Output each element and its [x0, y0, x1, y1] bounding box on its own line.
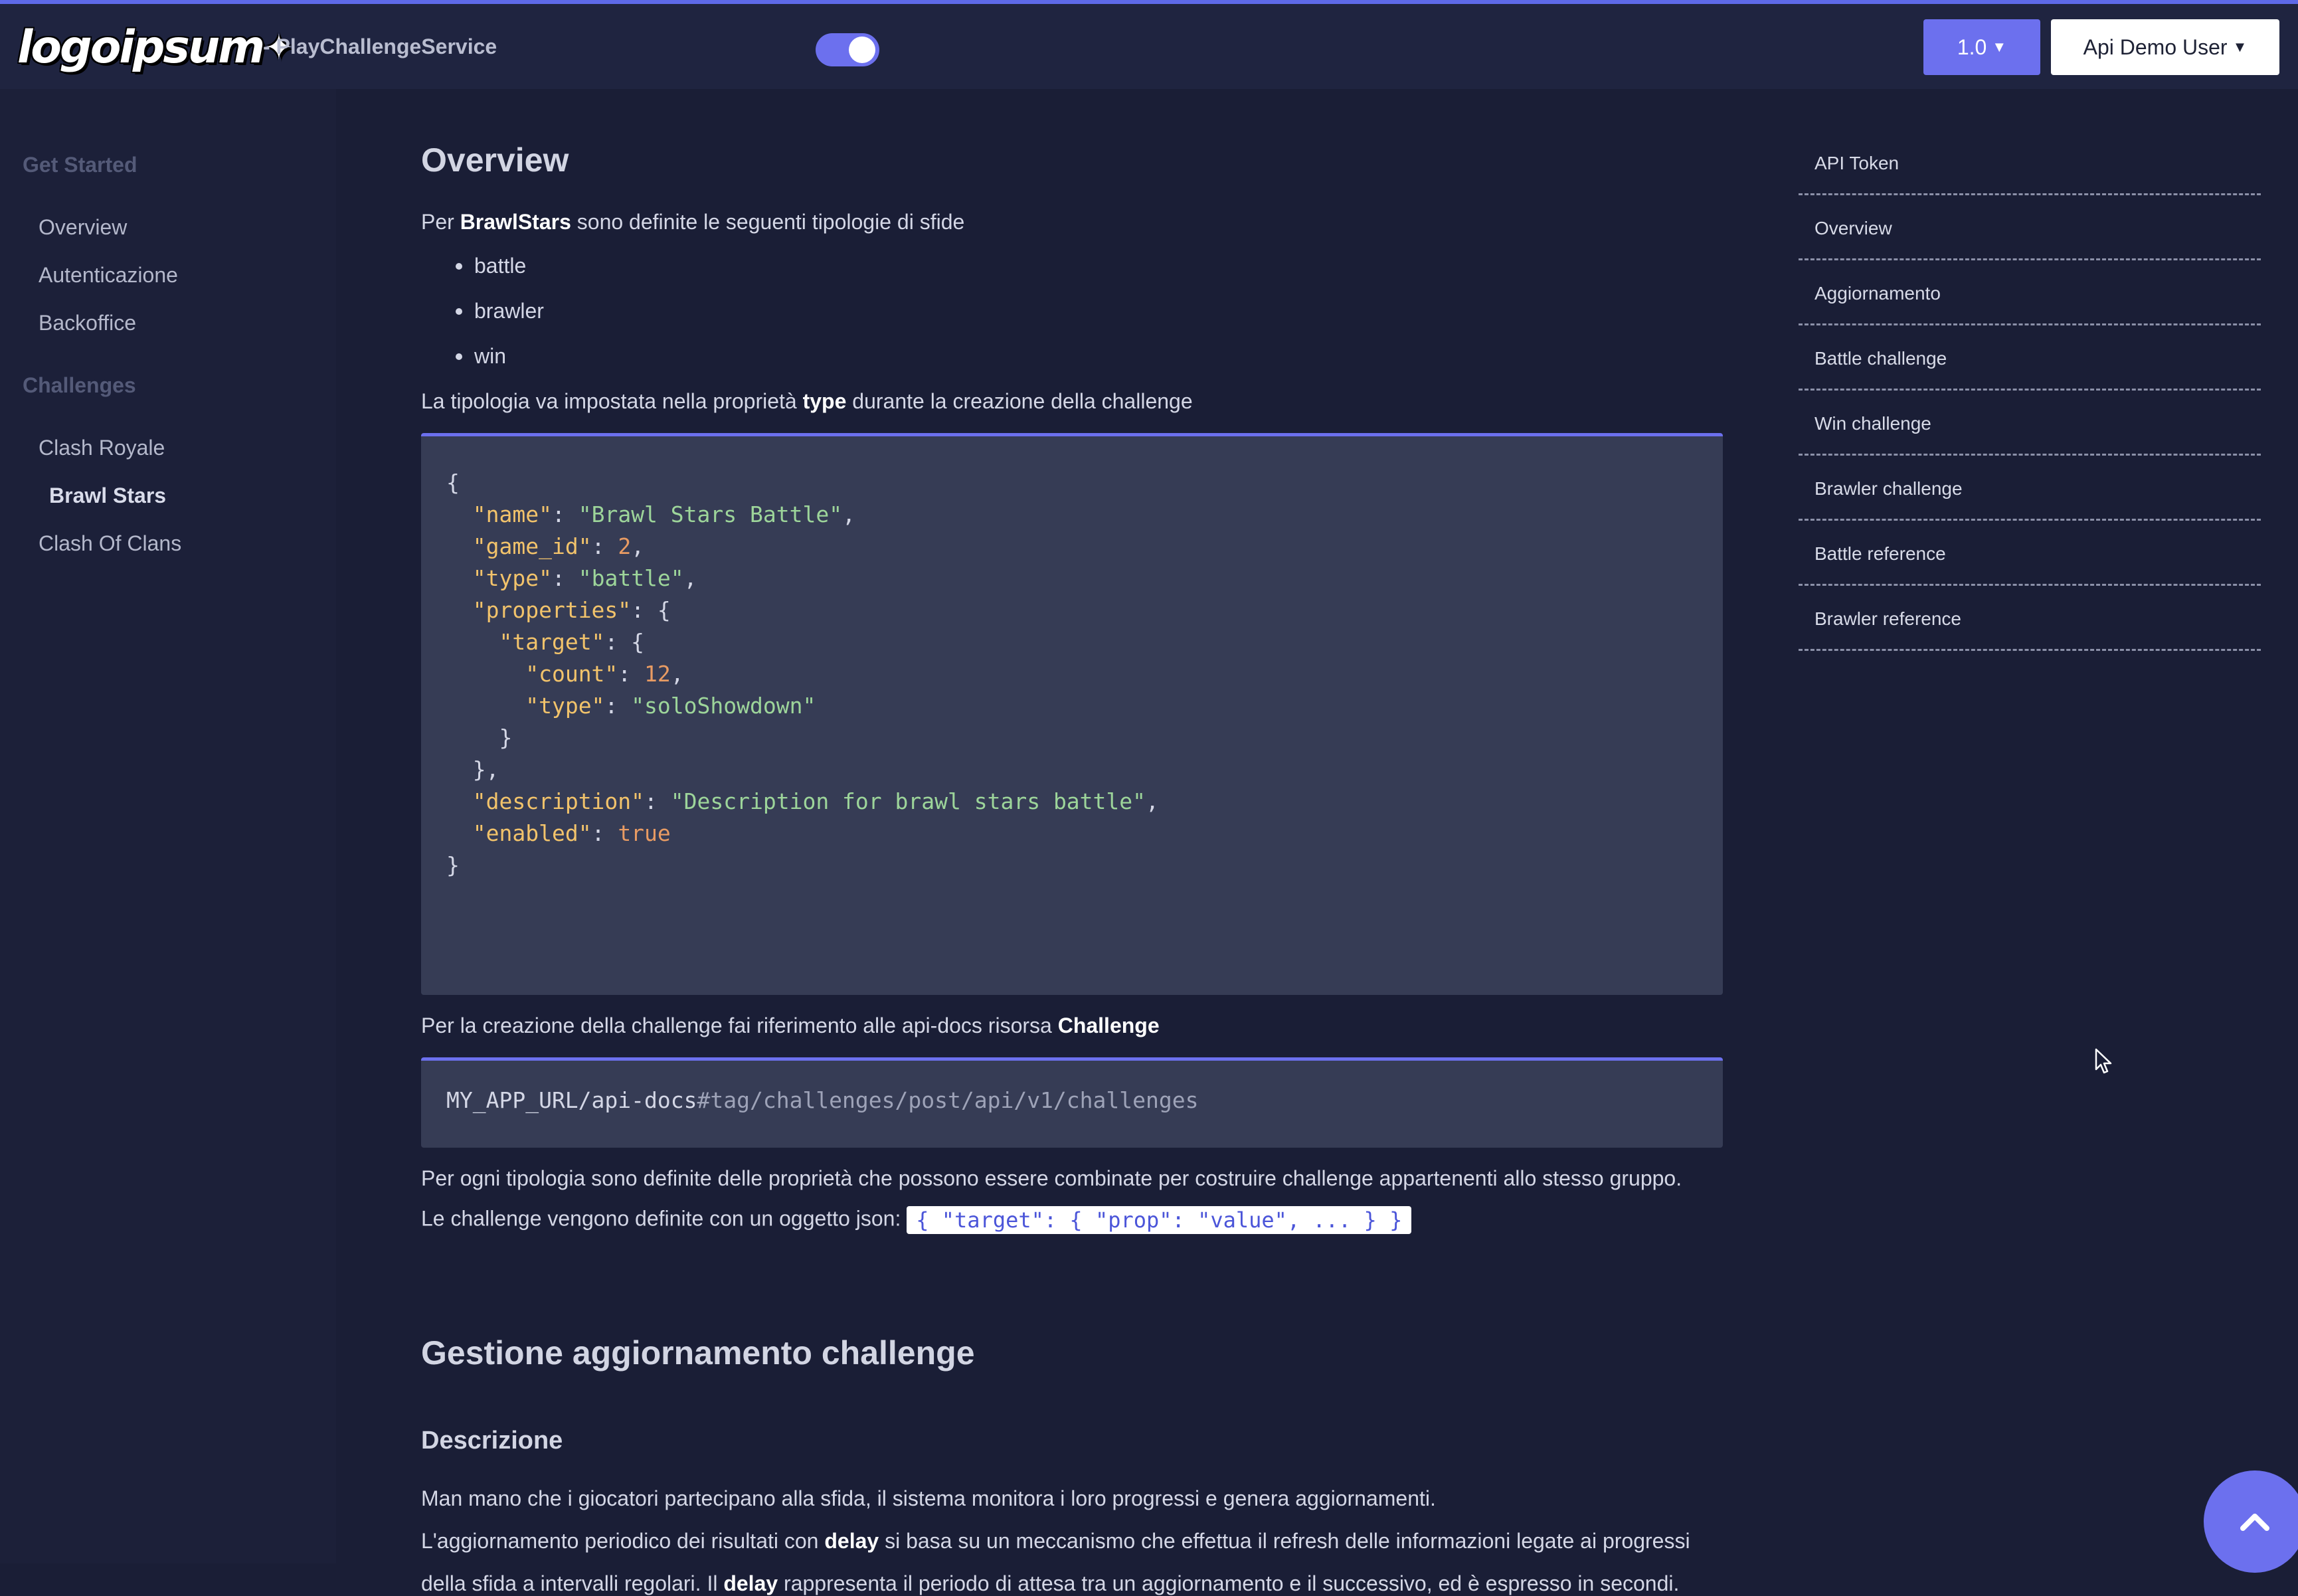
sidebar-item-overview[interactable]: Overview [39, 215, 127, 240]
sidebar-item-brawl-stars[interactable]: Brawl Stars [49, 484, 166, 508]
sidebar-item-backoffice[interactable]: Backoffice [39, 311, 136, 335]
desc-line-3: della sfida a intervalli regolari. Il de… [421, 1571, 1680, 1595]
top-bar: logoipsum✦ - PlayChallengeService 1.0 ▼ A… [0, 4, 2298, 89]
sidebar-group-challenges: Challenges [23, 373, 136, 397]
logo-text: logoipsum [17, 21, 265, 74]
toc-item-win-challenge[interactable]: Win challenge [1799, 391, 2261, 456]
list-item: win [455, 344, 507, 368]
json-text: Le challenge vengono definite con un ogg… [421, 1206, 1412, 1234]
toggle-knob [849, 37, 875, 63]
sidebar-group-get-started: Get Started [23, 153, 137, 177]
section-title: Gestione aggiornamento challenge [421, 1334, 975, 1372]
url-code-block: MY_APP_URL/api-docs#tag/challenges/post/… [421, 1057, 1723, 1148]
arrow-up-icon [2240, 1514, 2269, 1531]
chevron-down-icon: ▼ [1992, 39, 2007, 55]
list-item: battle [455, 254, 527, 278]
version-label: 1.0 [1957, 35, 1987, 59]
type-text: La tipologia va impostata nella propriet… [421, 389, 1193, 413]
theme-toggle[interactable] [816, 33, 879, 66]
toc-item-battle-reference[interactable]: Battle reference [1799, 521, 2261, 586]
table-of-contents: API Token Overview Aggiornamento Battle … [1799, 130, 2261, 651]
user-label: Api Demo User [2083, 35, 2228, 59]
inline-json-code: { "target": { "prop": "value", ... } } [907, 1206, 1412, 1234]
ref-text: Per la creazione della challenge fai rif… [421, 1014, 1160, 1037]
subsection-title: Descrizione [421, 1427, 563, 1455]
json-code-block: { "name": "Brawl Stars Battle", "game_id… [421, 433, 1723, 995]
desc-line-1: Man mano che i giocatori partecipano all… [421, 1486, 1436, 1510]
chevron-down-icon: ▼ [2232, 39, 2248, 55]
sidebar: Get Started Overview Autenticazione Back… [0, 89, 336, 1563]
scroll-to-top-button[interactable] [2204, 1470, 2298, 1573]
intro-text: Per BrawlStars sono definite le seguenti… [421, 210, 965, 234]
list-item: brawler [456, 299, 544, 323]
toc-item-battle-challenge[interactable]: Battle challenge [1799, 325, 2261, 391]
sidebar-item-clash-of-clans[interactable]: Clash Of Clans [39, 531, 181, 556]
sidebar-item-clash-royale[interactable]: Clash Royale [39, 436, 165, 460]
toc-item-aggiornamento[interactable]: Aggiornamento [1799, 260, 2261, 325]
logo[interactable]: logoipsum✦ [17, 21, 294, 74]
props-text: Per ogni tipologia sono definite delle p… [421, 1166, 1682, 1190]
desc-line-2: L'aggiornamento periodico dei risultati … [421, 1529, 1690, 1553]
version-dropdown[interactable]: 1.0 ▼ [1923, 19, 2040, 75]
toc-item-api-token[interactable]: API Token [1799, 130, 2261, 195]
api-docs-url: MY_APP_URL/api-docs#tag/challenges/post/… [446, 1087, 1199, 1113]
user-dropdown[interactable]: Api Demo User ▼ [2051, 19, 2279, 75]
toc-item-overview[interactable]: Overview [1799, 195, 2261, 260]
app-name: - PlayChallengeService [263, 35, 497, 58]
mouse-cursor-icon [2095, 1048, 2112, 1074]
sidebar-item-autenticazione[interactable]: Autenticazione [39, 263, 178, 288]
toc-item-brawler-reference[interactable]: Brawler reference [1799, 586, 2261, 651]
page-title: Overview [421, 141, 569, 179]
toc-item-brawler-challenge[interactable]: Brawler challenge [1799, 456, 2261, 521]
json-code: { "name": "Brawl Stars Battle", "game_id… [446, 470, 1159, 878]
